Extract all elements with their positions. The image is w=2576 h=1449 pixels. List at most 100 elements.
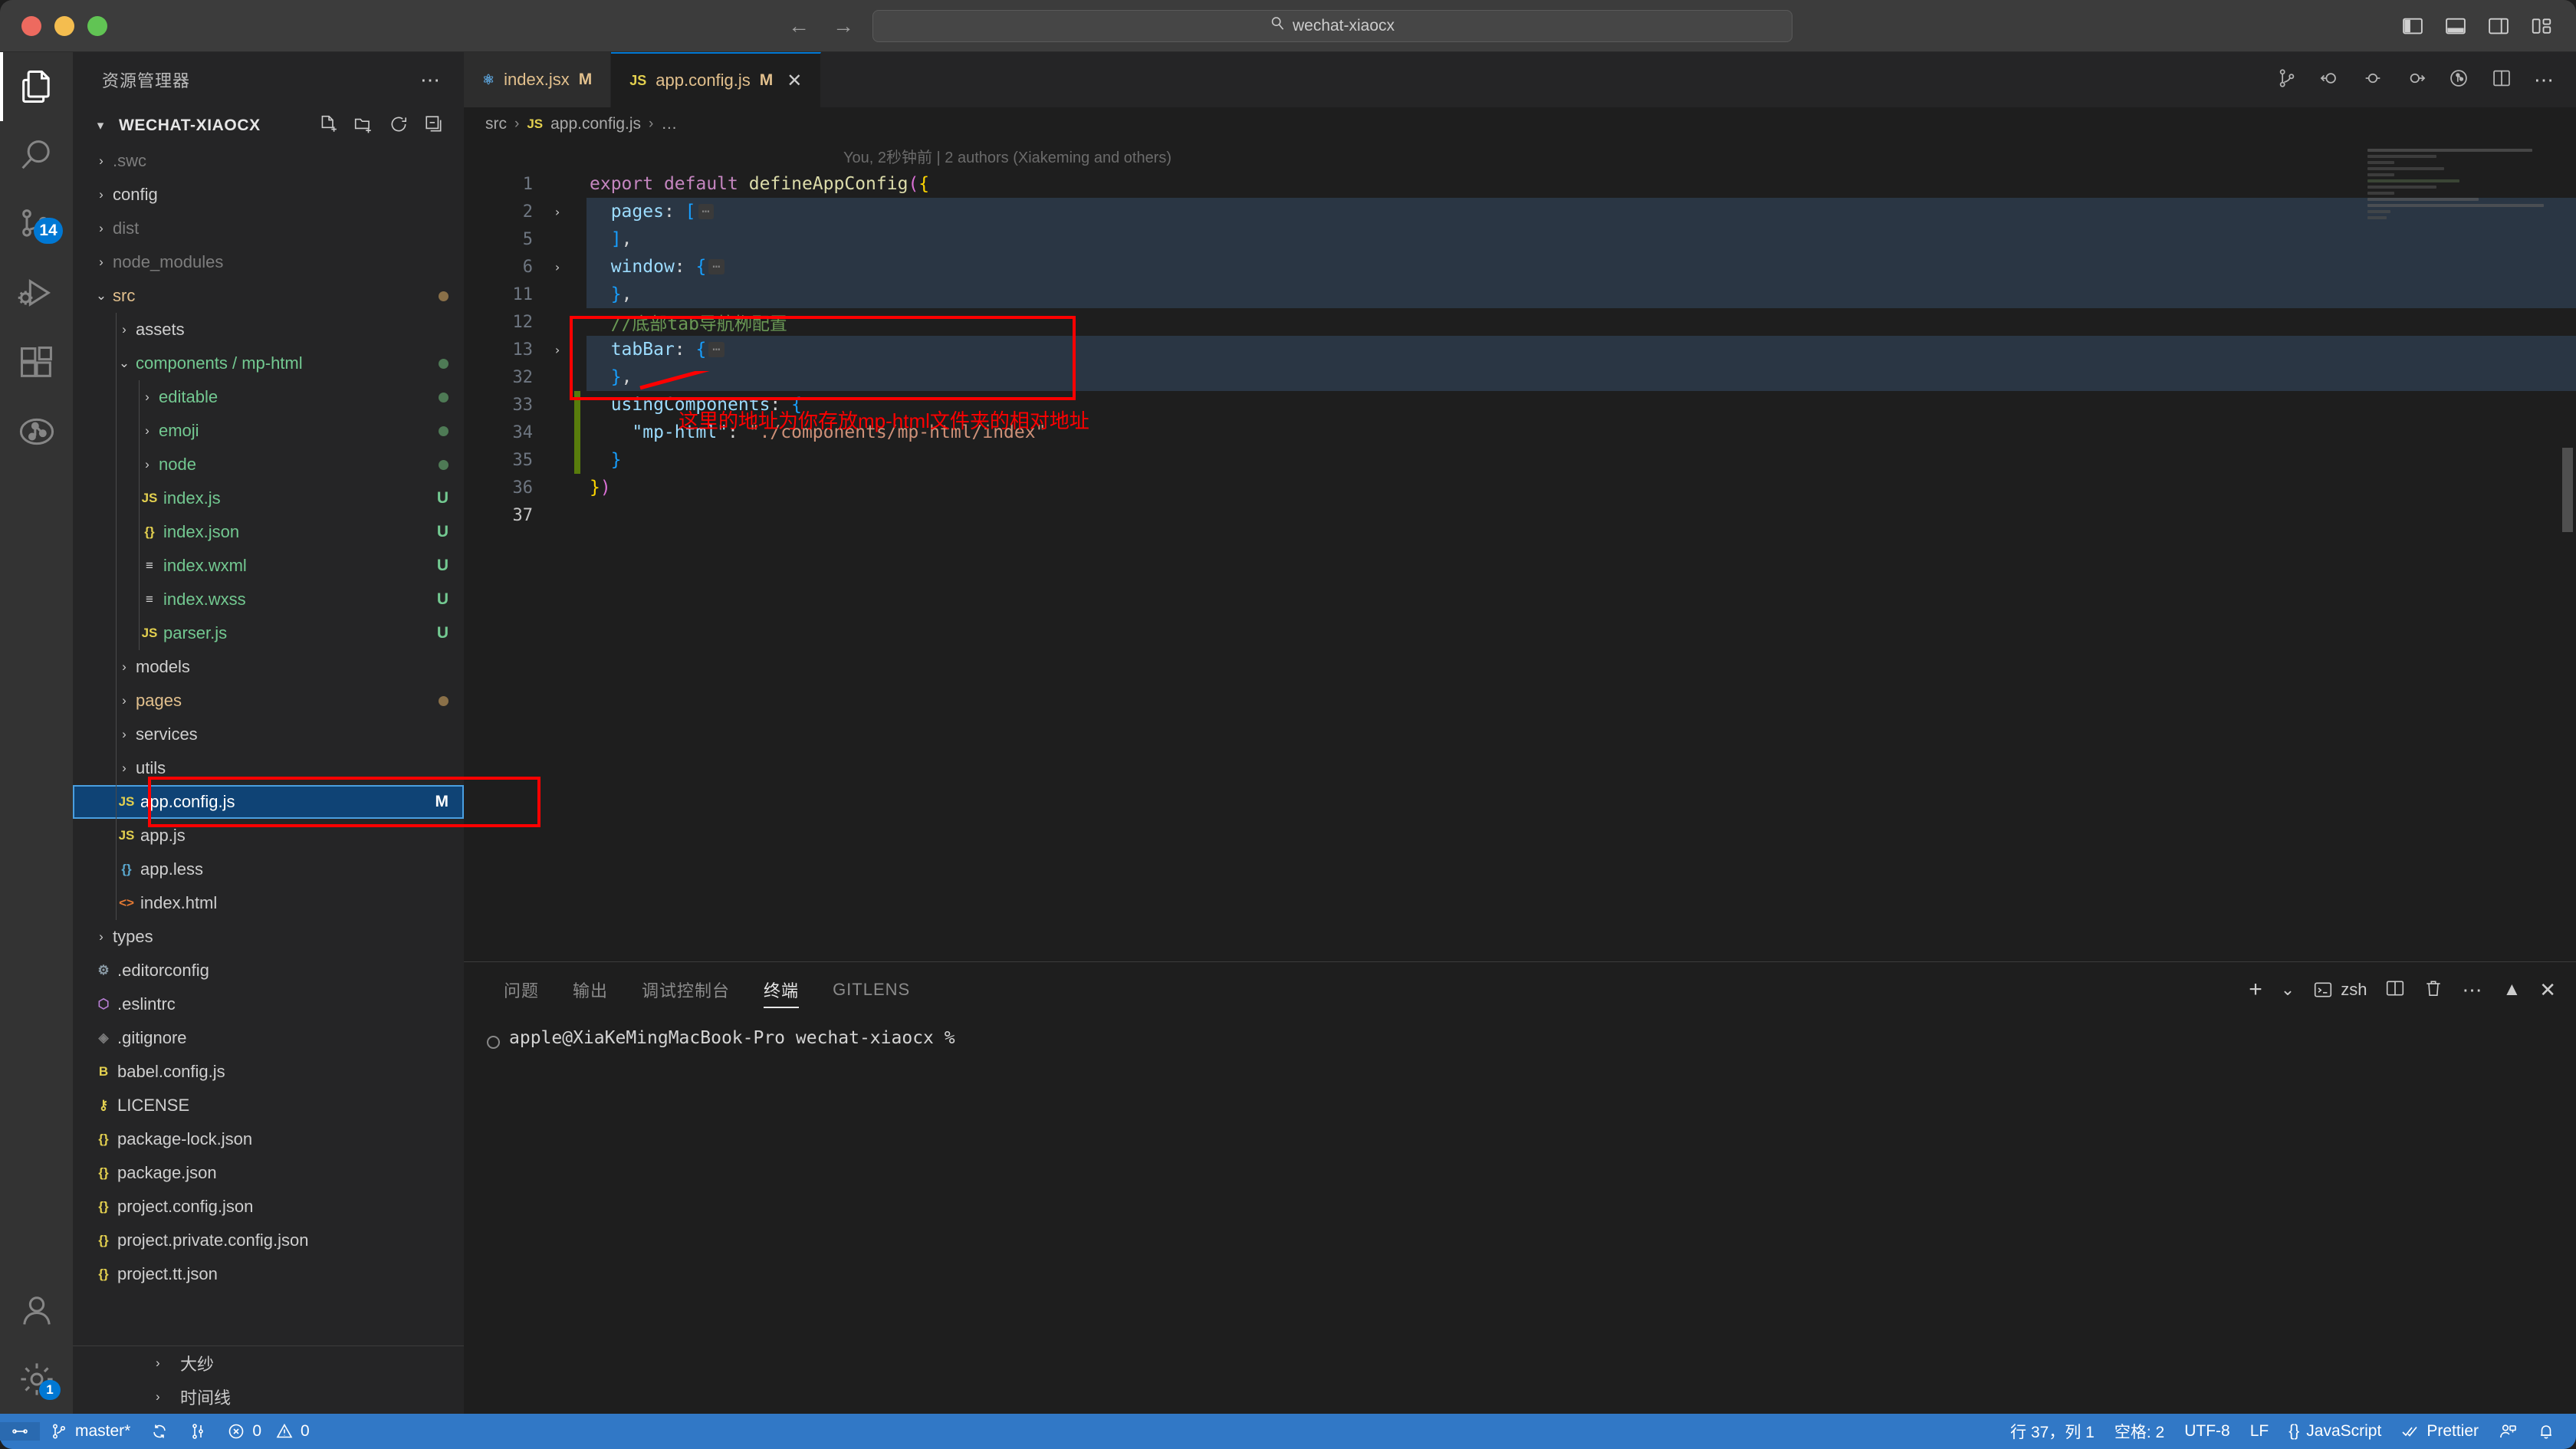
new-folder-icon[interactable] bbox=[353, 114, 373, 138]
fold-chevron-icon[interactable]: › bbox=[540, 198, 574, 225]
sidebar-more-actions-icon[interactable]: ⋯ bbox=[420, 68, 442, 92]
more-actions-icon[interactable]: ⋯ bbox=[2534, 68, 2556, 92]
code-lines[interactable]: 1 export default defineAppConfig({2 › page… bbox=[464, 170, 2576, 529]
close-panel-icon[interactable]: ✕ bbox=[2539, 978, 2556, 1002]
tree-row[interactable]: › utils bbox=[73, 751, 464, 785]
activity-extensions[interactable] bbox=[0, 328, 73, 397]
fold-chevron-icon[interactable]: › bbox=[540, 253, 574, 281]
tree-row[interactable]: ◈ .gitignore bbox=[73, 1021, 464, 1055]
tree-row[interactable]: {} project.config.json bbox=[73, 1190, 464, 1224]
command-center[interactable]: wechat-xiaocx bbox=[872, 9, 1792, 42]
tree-row[interactable]: › node_modules bbox=[73, 245, 464, 279]
tree-row[interactable]: › .swc bbox=[73, 144, 464, 178]
chevron-right-icon[interactable]: › bbox=[90, 187, 113, 202]
activity-accounts[interactable] bbox=[0, 1276, 73, 1345]
panel-tab-输出[interactable]: 输出 bbox=[556, 962, 625, 1017]
file-tree[interactable]: › .swc › config › dist › node_modules ⌄ src › asset… bbox=[73, 144, 464, 1346]
panel-tab-调试控制台[interactable]: 调试控制台 bbox=[625, 962, 747, 1017]
status-eol[interactable]: LF bbox=[2240, 1422, 2279, 1441]
fold-chevron-icon[interactable]: › bbox=[540, 336, 574, 363]
breadcrumb-src[interactable]: src bbox=[485, 115, 507, 133]
status-gitlens-graph[interactable] bbox=[179, 1422, 217, 1441]
folded-region-indicator[interactable]: ⋯ bbox=[698, 204, 714, 219]
go-back-button[interactable]: ← bbox=[784, 11, 814, 41]
tree-row[interactable]: › editable bbox=[73, 380, 464, 414]
tree-row[interactable]: › assets bbox=[73, 313, 464, 347]
status-notifications[interactable] bbox=[2527, 1422, 2565, 1441]
tree-row[interactable]: {} project.private.config.json bbox=[73, 1224, 464, 1257]
tree-row-selected[interactable]: JS app.config.js M bbox=[73, 785, 464, 819]
code-line[interactable]: 37 bbox=[464, 501, 2576, 529]
code-line[interactable]: 2 › pages: [⋯ bbox=[464, 198, 2576, 225]
gitlens-blame-icon[interactable] bbox=[2448, 67, 2469, 93]
status-prettier[interactable]: Prettier bbox=[2391, 1422, 2489, 1441]
tree-row[interactable]: {} package.json bbox=[73, 1156, 464, 1190]
customize-layout-icon[interactable] bbox=[2530, 15, 2553, 38]
panel-tabs[interactable]: 问题 输出 调试控制台 终端 GITLENS bbox=[464, 962, 927, 1017]
tree-row[interactable]: › dist bbox=[73, 212, 464, 245]
tree-row[interactable]: ⚙ .editorconfig bbox=[73, 954, 464, 987]
refresh-icon[interactable] bbox=[389, 114, 409, 138]
status-live-share[interactable] bbox=[2489, 1422, 2527, 1441]
tree-row[interactable]: ⌄ src bbox=[73, 279, 464, 313]
tree-row[interactable]: Bbabel.config.js bbox=[73, 1055, 464, 1089]
status-sync-changes[interactable] bbox=[140, 1422, 179, 1441]
breadcrumb-file[interactable]: app.config.js bbox=[550, 115, 641, 133]
toggle-primary-sidebar-icon[interactable] bbox=[2401, 15, 2424, 38]
activity-gitlens[interactable] bbox=[0, 397, 73, 466]
editor-tab-app-config-js[interactable]: JS app.config.js M ✕ bbox=[611, 52, 822, 107]
kill-terminal-icon[interactable] bbox=[2423, 978, 2443, 1002]
tree-row[interactable]: › node bbox=[73, 448, 464, 481]
code-line[interactable]: 35 } bbox=[464, 446, 2576, 474]
toggle-secondary-sidebar-icon[interactable] bbox=[2487, 15, 2510, 38]
status-remote-indicator[interactable] bbox=[0, 1422, 40, 1441]
status-language-mode[interactable]: {} JavaScript bbox=[2279, 1422, 2391, 1441]
panel-tab-GITLENS[interactable]: GITLENS bbox=[816, 962, 927, 1017]
terminal-output[interactable]: apple@XiaKeMingMacBook-Pro wechat-xiaocx… bbox=[464, 1017, 2576, 1414]
editor-scrollbar[interactable] bbox=[2562, 448, 2573, 532]
activity-explorer[interactable] bbox=[0, 52, 73, 121]
terminal-shell-indicator[interactable]: zsh bbox=[2313, 980, 2367, 1000]
activity-manage[interactable]: 1 bbox=[0, 1345, 73, 1414]
code-line[interactable]: 32 }, bbox=[464, 363, 2576, 391]
source-control-compare-icon[interactable] bbox=[2276, 67, 2298, 93]
chevron-down-icon[interactable]: ⌄ bbox=[90, 288, 113, 304]
status-cursor-position[interactable]: 行 37，列 1 bbox=[2000, 1420, 2104, 1443]
tree-row[interactable]: ⚷ LICENSE bbox=[73, 1089, 464, 1122]
tree-row[interactable]: {} index.json U bbox=[73, 515, 464, 549]
tree-row[interactable]: › services bbox=[73, 718, 464, 751]
next-change-icon[interactable] bbox=[2405, 67, 2426, 93]
tree-row[interactable]: {} package-lock.json bbox=[73, 1122, 464, 1156]
activity-run-and-debug[interactable] bbox=[0, 259, 73, 328]
folded-region-indicator[interactable]: ⋯ bbox=[708, 342, 724, 357]
close-tab-icon[interactable]: ✕ bbox=[782, 70, 802, 92]
tree-row[interactable]: › config bbox=[73, 178, 464, 212]
tree-row[interactable]: JS app.js bbox=[73, 819, 464, 853]
code-line[interactable]: 5 ], bbox=[464, 225, 2576, 253]
split-editor-icon[interactable] bbox=[2491, 67, 2512, 93]
tree-row[interactable]: › models bbox=[73, 650, 464, 684]
split-terminal-icon[interactable] bbox=[2385, 978, 2405, 1002]
previous-change-icon[interactable] bbox=[2362, 67, 2384, 93]
tree-row[interactable]: › emoji bbox=[73, 414, 464, 448]
code-line[interactable]: 12 //底部tab导航栁配置 bbox=[464, 308, 2576, 336]
collapse-all-icon[interactable] bbox=[424, 114, 444, 138]
tree-row[interactable]: <> index.html bbox=[73, 886, 464, 920]
terminal-profile-dropdown-icon[interactable]: ⌄ bbox=[2281, 980, 2295, 1000]
tree-row[interactable]: {} app.less bbox=[73, 853, 464, 886]
code-line[interactable]: 1 export default defineAppConfig({ bbox=[464, 170, 2576, 198]
code-editor[interactable]: You, 2秒钟前 | 2 authors (Xiakeming and oth… bbox=[464, 141, 2576, 961]
tree-row[interactable]: ⬡ .eslintrc bbox=[73, 987, 464, 1021]
sidebar-section-outline[interactable]: › 大纱 bbox=[73, 1346, 464, 1380]
minimap[interactable] bbox=[2367, 149, 2559, 264]
tree-row[interactable]: JS parser.js U bbox=[73, 616, 464, 650]
panel-more-actions-icon[interactable]: ⋯ bbox=[2462, 978, 2484, 1002]
activity-search[interactable] bbox=[0, 121, 73, 190]
new-terminal-icon[interactable]: + bbox=[2249, 977, 2262, 1003]
sidebar-section-timeline[interactable]: › 时间线 bbox=[73, 1380, 464, 1414]
tree-row[interactable]: ⌄ components / mp-html bbox=[73, 347, 464, 380]
tree-row[interactable]: ≡ index.wxss U bbox=[73, 583, 464, 616]
chevron-right-icon[interactable]: › bbox=[90, 929, 113, 945]
status-problems[interactable]: 0 0 bbox=[217, 1422, 319, 1441]
tree-row[interactable]: {} project.tt.json bbox=[73, 1257, 464, 1291]
